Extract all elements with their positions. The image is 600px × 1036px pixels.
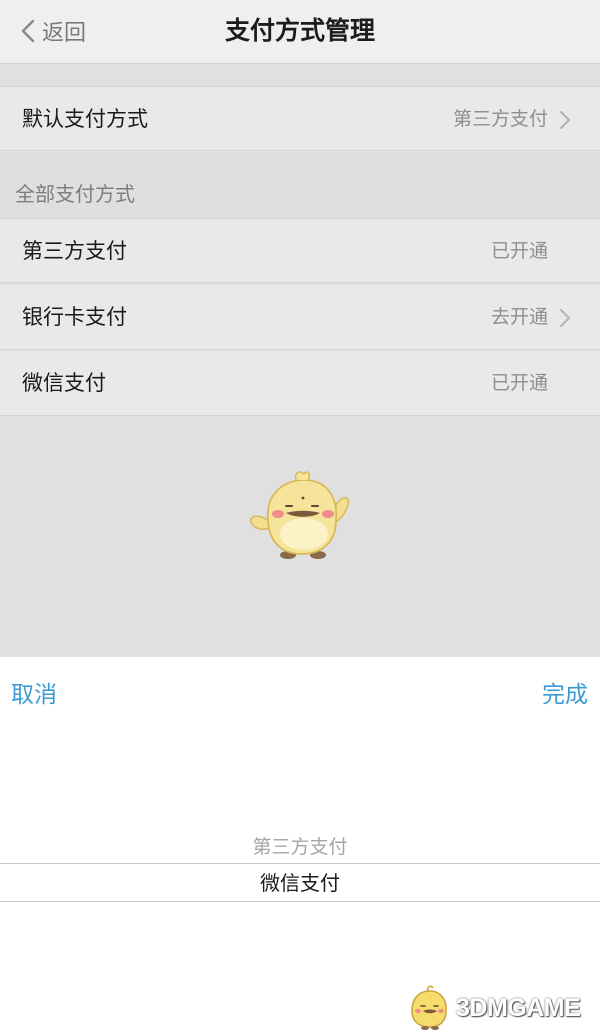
back-button[interactable]: 返回 — [18, 14, 86, 48]
payment-method-status: 已开通 — [490, 240, 548, 262]
cancel-button[interactable]: 取消 — [11, 675, 57, 709]
watermark-chick-icon — [411, 985, 447, 1030]
back-label: 返回 — [42, 21, 87, 46]
section-header: 全部支付方式 — [0, 152, 600, 218]
default-payment-value: 第三方支付 — [452, 108, 548, 130]
payment-method-status: 已开通 — [490, 372, 548, 394]
chevron-right-icon — [560, 309, 570, 327]
picker-selection-bottom-line — [0, 901, 600, 902]
default-payment-row[interactable]: 默认支付方式 第三方支付 — [0, 86, 600, 151]
watermark: 3DMGAME — [406, 984, 596, 1032]
chevron-left-icon — [21, 19, 35, 43]
payment-method-label: 第三方支付 — [22, 239, 127, 263]
watermark-text: 3DMGAME — [456, 993, 581, 1022]
chevron-right-icon — [560, 111, 570, 129]
done-button[interactable]: 完成 — [542, 675, 588, 709]
chick-mascot-icon — [250, 471, 350, 559]
picker-option[interactable]: 第三方支付 — [0, 832, 600, 862]
payment-method-wechat[interactable]: 微信支付 已开通 — [0, 351, 600, 416]
picker-selected-option[interactable]: 微信支付 — [0, 866, 600, 900]
payment-method-bank-card[interactable]: 银行卡支付 去开通 — [0, 285, 600, 350]
picker-selection-top-line — [0, 863, 600, 864]
navigation-bar — [0, 0, 600, 64]
payment-method-status: 去开通 — [490, 306, 548, 328]
payment-method-third-party[interactable]: 第三方支付 已开通 — [0, 218, 600, 283]
default-payment-label: 默认支付方式 — [22, 107, 148, 131]
payment-method-label: 银行卡支付 — [22, 305, 127, 329]
payment-method-label: 微信支付 — [22, 371, 106, 395]
